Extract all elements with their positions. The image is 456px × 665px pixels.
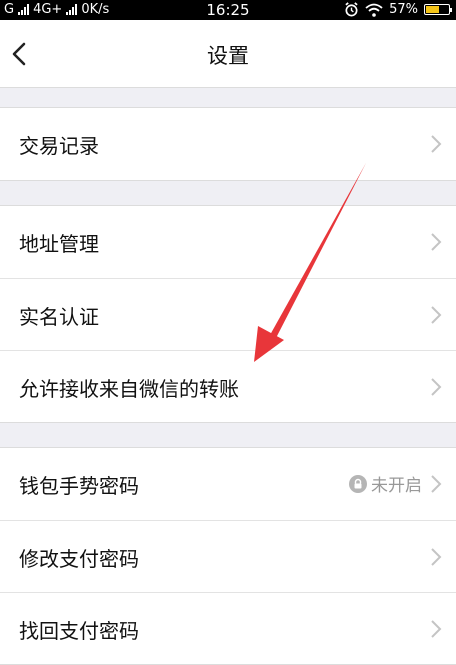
- alarm-icon: [345, 2, 358, 17]
- row-label: 找回支付密码: [19, 619, 139, 643]
- gesture-status: 未开启: [349, 471, 422, 496]
- page-title: 设置: [207, 44, 249, 68]
- row-label: 交易记录: [19, 134, 99, 158]
- settings-row-allow-wechat-transfer[interactable]: 允许接收来自微信的转账: [0, 350, 456, 422]
- chevron-right-icon: [431, 306, 442, 324]
- settings-row-gesture-password[interactable]: 钱包手势密码 未开启: [0, 448, 456, 520]
- row-label: 允许接收来自微信的转账: [19, 377, 239, 401]
- settings-group-records: 交易记录: [0, 107, 456, 181]
- wifi-icon: [365, 3, 383, 17]
- lock-icon: [349, 474, 367, 493]
- row-label: 修改支付密码: [19, 547, 139, 571]
- row-label: 实名认证: [19, 305, 99, 329]
- settings-row-address-management[interactable]: 地址管理: [0, 206, 456, 278]
- status-right: 57%: [344, 2, 452, 17]
- row-label: 地址管理: [19, 232, 99, 256]
- chevron-right-icon: [431, 548, 442, 566]
- gesture-status-text: 未开启: [371, 476, 422, 496]
- chevron-right-icon: [431, 475, 442, 493]
- battery-fill: [426, 6, 439, 13]
- settings-row-transaction-records[interactable]: 交易记录: [0, 108, 456, 180]
- settings-row-change-pay-password[interactable]: 修改支付密码: [0, 520, 456, 592]
- chevron-right-icon: [431, 135, 442, 153]
- settings-row-real-name-verification[interactable]: 实名认证: [0, 278, 456, 350]
- status-bar: G 4G+ 0K/s 16:25 57%: [0, 0, 456, 20]
- settings-group-security: 钱包手势密码 未开启 修改支付密码 找回支付密码: [0, 447, 456, 665]
- chevron-right-icon: [431, 620, 442, 638]
- row-label: 钱包手势密码: [19, 474, 139, 498]
- chevron-right-icon: [431, 378, 442, 396]
- chevron-right-icon: [431, 233, 442, 251]
- battery-percent: 57%: [389, 2, 418, 17]
- settings-row-recover-pay-password[interactable]: 找回支付密码: [0, 592, 456, 664]
- nav-bar: 设置: [0, 20, 456, 88]
- settings-group-account: 地址管理 实名认证 允许接收来自微信的转账: [0, 205, 456, 423]
- battery-icon: [424, 4, 452, 15]
